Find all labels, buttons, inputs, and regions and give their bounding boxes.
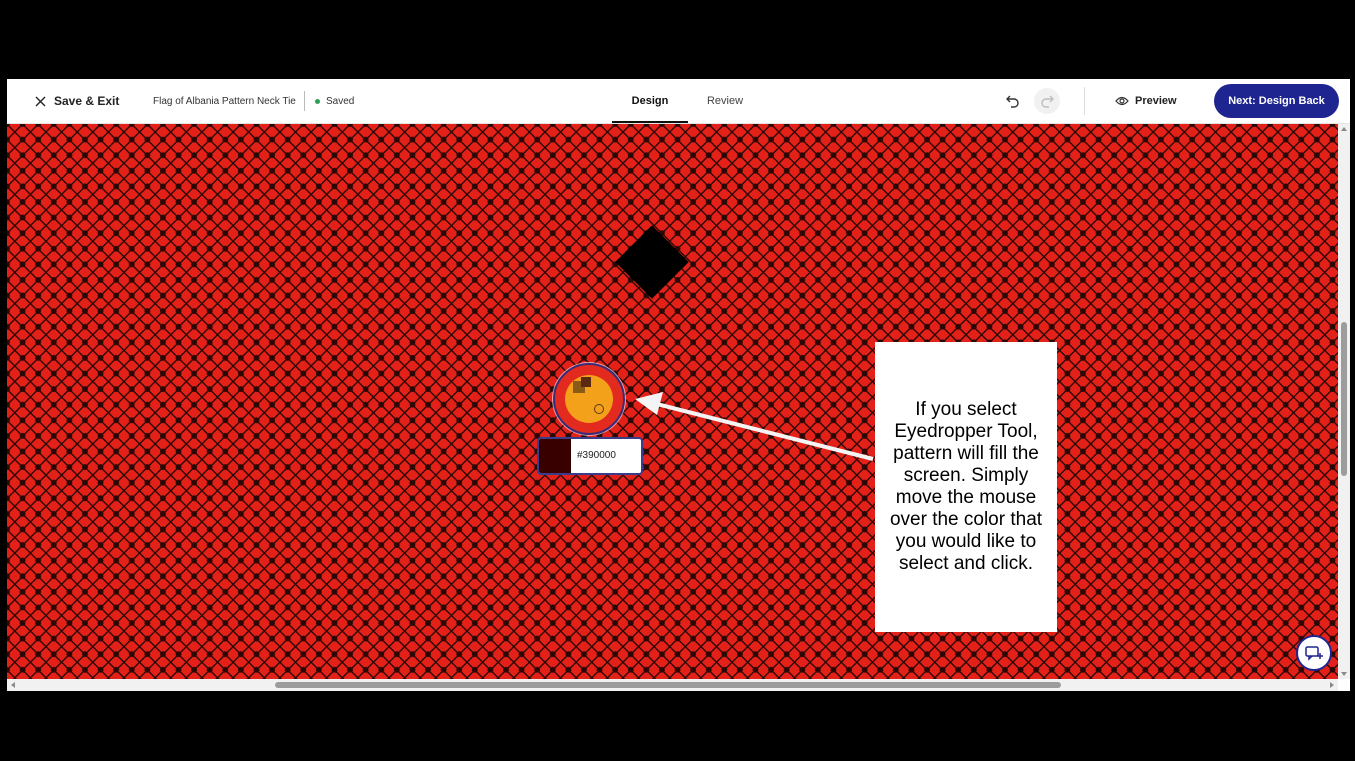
save-status-label: Saved bbox=[326, 95, 355, 107]
scroll-up-arrow[interactable] bbox=[1341, 127, 1347, 131]
redo-icon bbox=[1041, 95, 1054, 108]
callout-text: If you select Eyedropper Tool, pattern w… bbox=[889, 399, 1043, 574]
toolbar-divider bbox=[1084, 87, 1085, 115]
tab-review[interactable]: Review bbox=[703, 79, 747, 123]
preview-button[interactable]: Preview bbox=[1115, 79, 1177, 123]
title-divider bbox=[304, 91, 305, 111]
save-exit-label: Save & Exit bbox=[54, 94, 120, 108]
horizontal-scroll-thumb[interactable] bbox=[275, 682, 1061, 688]
color-swatch bbox=[539, 439, 571, 473]
save-status: Saved bbox=[315, 79, 354, 123]
undo-icon bbox=[1006, 95, 1019, 108]
magnified-pixel bbox=[581, 377, 591, 387]
hex-value-label: #390000 bbox=[577, 450, 616, 461]
editor-window: Save & Exit Flag of Albania Pattern Neck… bbox=[7, 79, 1350, 691]
scroll-right-arrow[interactable] bbox=[1330, 682, 1334, 688]
top-bar: Save & Exit Flag of Albania Pattern Neck… bbox=[7, 79, 1350, 124]
next-design-back-button[interactable]: Next: Design Back bbox=[1214, 84, 1339, 118]
undo-button[interactable] bbox=[999, 79, 1027, 123]
scroll-left-arrow[interactable] bbox=[11, 682, 15, 688]
scroll-down-arrow[interactable] bbox=[1341, 672, 1347, 676]
redo-button[interactable] bbox=[1034, 88, 1060, 114]
saved-status-dot bbox=[315, 98, 320, 104]
document-title: Flag of Albania Pattern Neck Tie bbox=[153, 95, 296, 107]
black-diamond-shape bbox=[615, 225, 689, 299]
callout-arrow bbox=[635, 392, 874, 461]
save-exit-button[interactable]: Save & Exit bbox=[35, 79, 119, 123]
vertical-scrollbar[interactable] bbox=[1338, 124, 1350, 679]
close-icon bbox=[35, 96, 46, 106]
vertical-scroll-thumb[interactable] bbox=[1341, 322, 1347, 476]
instruction-callout: If you select Eyedropper Tool, pattern w… bbox=[875, 342, 1057, 632]
eyedropper-magnified-color bbox=[565, 375, 613, 423]
eyedropper-crosshair bbox=[594, 404, 604, 414]
pattern-canvas[interactable]: #390000 If you select Eyedropper Tool, p… bbox=[7, 124, 1338, 679]
eyedropper-loupe[interactable] bbox=[553, 363, 625, 435]
horizontal-scrollbar[interactable] bbox=[7, 679, 1338, 691]
feedback-icon bbox=[1305, 646, 1323, 661]
tab-design[interactable]: Design bbox=[612, 79, 688, 123]
eye-icon bbox=[1115, 96, 1129, 106]
preview-label: Preview bbox=[1135, 95, 1177, 107]
feedback-button[interactable] bbox=[1296, 635, 1332, 671]
color-hex-readout: #390000 bbox=[537, 437, 643, 475]
